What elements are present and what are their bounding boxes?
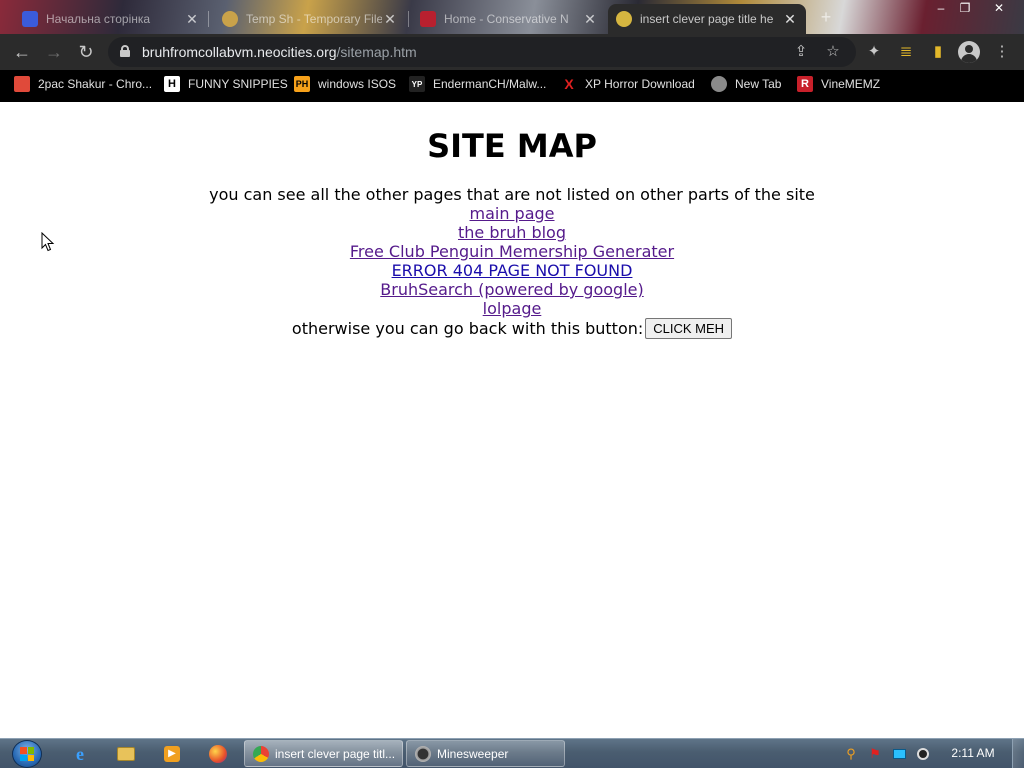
file-explorer-icon[interactable] bbox=[108, 740, 144, 768]
volume-tray-icon[interactable] bbox=[914, 740, 932, 768]
tab-title: Temp Sh - Temporary File bbox=[246, 12, 382, 26]
close-icon[interactable]: ✕ bbox=[782, 11, 798, 27]
back-arrow-icon[interactable]: ← bbox=[9, 39, 35, 65]
tab-separator bbox=[208, 11, 209, 27]
task-label: insert clever page titl... bbox=[275, 746, 396, 761]
tab-title: insert clever page title he bbox=[640, 12, 774, 26]
bookmark-new-tab[interactable]: New Tab bbox=[711, 70, 781, 98]
intro-text: you can see all the other pages that are… bbox=[209, 185, 815, 204]
bookmark-label: VineMEMZ bbox=[821, 77, 881, 91]
system-clock[interactable]: 2:11 AM bbox=[946, 738, 1000, 768]
browser-toolbar: ← → ↻ bruhfromcollabvm.neocities.org/sit… bbox=[0, 34, 1024, 70]
globe-icon bbox=[711, 76, 727, 92]
click-meh-button[interactable]: CLICK MEH bbox=[645, 318, 733, 339]
extensions-puzzle-icon[interactable]: ✦ bbox=[862, 40, 886, 64]
forward-arrow-icon[interactable]: → bbox=[41, 39, 67, 65]
x-icon: X bbox=[564, 76, 574, 92]
bookmark-label: 2pac Shakur - Chro... bbox=[38, 77, 153, 91]
address-bar[interactable]: bruhfromcollabvm.neocities.org/sitemap.h… bbox=[108, 37, 856, 67]
link-error-404[interactable]: ERROR 404 PAGE NOT FOUND bbox=[392, 261, 633, 280]
link-club-penguin[interactable]: Free Club Penguin Memership Generater bbox=[350, 242, 674, 261]
yp-icon: YP bbox=[409, 76, 425, 92]
new-tab-button[interactable]: + bbox=[816, 7, 836, 27]
bookmark-label: EndermanCH/Malw... bbox=[433, 77, 547, 91]
r-icon: R bbox=[797, 76, 813, 92]
tab-strip: Начальна сторінка ✕ Temp Sh - Temporary … bbox=[0, 0, 1024, 34]
flag-tray-icon[interactable]: ⚑ bbox=[866, 740, 884, 768]
internet-explorer-icon[interactable]: e bbox=[62, 740, 98, 768]
media-player-icon[interactable]: ▶ bbox=[154, 740, 190, 768]
close-icon[interactable]: ✕ bbox=[382, 11, 398, 27]
maximize-button[interactable]: ❐ bbox=[950, 0, 980, 18]
lock-icon bbox=[120, 45, 130, 57]
bookmark-label: New Tab bbox=[735, 77, 782, 91]
link-lolpage[interactable]: lolpage bbox=[483, 299, 542, 318]
profile-avatar-icon[interactable] bbox=[958, 41, 980, 63]
bookmark-star-icon[interactable]: ☆ bbox=[822, 41, 844, 63]
mine-icon bbox=[415, 745, 431, 762]
tab-start-page[interactable]: Начальна сторінка ✕ bbox=[14, 4, 208, 34]
bookmark-vinememz[interactable]: R VineMEMZ bbox=[797, 70, 880, 98]
task-label: Minesweeper bbox=[437, 746, 509, 761]
menu-kebab-icon[interactable]: ⋮ bbox=[990, 40, 1014, 64]
paint-icon[interactable] bbox=[200, 740, 236, 768]
bookmark-label: windows ISOS bbox=[318, 77, 397, 91]
taskbar-task-browser[interactable]: insert clever page titl... bbox=[244, 740, 403, 767]
bookmark-funny-snippies[interactable]: H FUNNY SNIPPIES bbox=[164, 70, 288, 98]
page-title: SITE MAP bbox=[427, 127, 597, 165]
media-playlist-icon[interactable]: ≣ bbox=[894, 40, 918, 64]
bookmark-windows-isos[interactable]: PH windows ISOS bbox=[294, 70, 396, 98]
search-tray-icon[interactable]: ⚲ bbox=[842, 740, 860, 768]
bookmarks-bar: 2pac Shakur - Chro... H FUNNY SNIPPIES P… bbox=[0, 70, 1024, 102]
link-list: main page the bruh blog Free Club Pengui… bbox=[0, 204, 1024, 318]
tab-title: Начальна сторінка bbox=[46, 12, 151, 26]
back-text: otherwise you can go back with this butt… bbox=[291, 319, 644, 338]
site-favicon-icon bbox=[616, 11, 632, 27]
shield-icon bbox=[420, 11, 436, 27]
tab-sitemap[interactable]: insert clever page title he ✕ bbox=[608, 4, 806, 34]
link-bruhsearch[interactable]: BruhSearch (powered by google) bbox=[380, 280, 643, 299]
url-text[interactable]: bruhfromcollabvm.neocities.org/sitemap.h… bbox=[142, 37, 417, 67]
tab-temp-sh[interactable]: Temp Sh - Temporary File ✕ bbox=[214, 4, 406, 34]
bookmark-2pac[interactable]: 2pac Shakur - Chro... bbox=[14, 70, 152, 98]
network-tray-icon[interactable] bbox=[890, 740, 908, 768]
bookmark-label: FUNNY SNIPPIES bbox=[188, 77, 288, 91]
bookmark-endermanch[interactable]: YP EndermanCH/Malw... bbox=[409, 70, 546, 98]
windows-flag-icon bbox=[20, 747, 34, 761]
chrome-icon bbox=[253, 745, 269, 762]
page-content: SITE MAP you can see all the other pages… bbox=[0, 102, 1024, 738]
taskbar-task-minesweeper[interactable]: Minesweeper bbox=[406, 740, 565, 767]
bookmark-label: XP Horror Download bbox=[585, 77, 695, 91]
tab-conservative[interactable]: Home - Conservative N ✕ bbox=[412, 4, 606, 34]
close-icon[interactable]: ✕ bbox=[184, 11, 200, 27]
back-line: otherwise you can go back with this butt… bbox=[0, 318, 1024, 339]
h-icon: H bbox=[164, 76, 180, 92]
url-domain: bruhfromcollabvm.neocities.org bbox=[142, 44, 337, 60]
tab-title: Home - Conservative N bbox=[444, 12, 569, 26]
tab-separator bbox=[408, 11, 409, 27]
link-bruh-blog[interactable]: the bruh blog bbox=[458, 223, 566, 242]
calendar-icon bbox=[22, 11, 38, 27]
url-path: /sitemap.htm bbox=[336, 44, 417, 60]
close-window-button[interactable]: ✕ bbox=[984, 0, 1014, 18]
show-desktop-button[interactable] bbox=[1012, 739, 1024, 768]
ph-icon: PH bbox=[294, 76, 310, 92]
close-icon[interactable]: ✕ bbox=[582, 11, 598, 27]
temp-sh-icon bbox=[222, 11, 238, 27]
start-button[interactable] bbox=[9, 739, 45, 768]
bookmark-xp-horror[interactable]: X XP Horror Download bbox=[561, 70, 695, 98]
mouse-cursor-icon bbox=[41, 232, 55, 252]
side-panel-icon[interactable]: ▮ bbox=[926, 40, 950, 64]
share-icon[interactable]: ⇪ bbox=[790, 41, 812, 63]
reload-icon[interactable]: ↻ bbox=[73, 39, 99, 65]
link-main-page[interactable]: main page bbox=[469, 204, 554, 223]
bag-icon bbox=[14, 76, 30, 92]
